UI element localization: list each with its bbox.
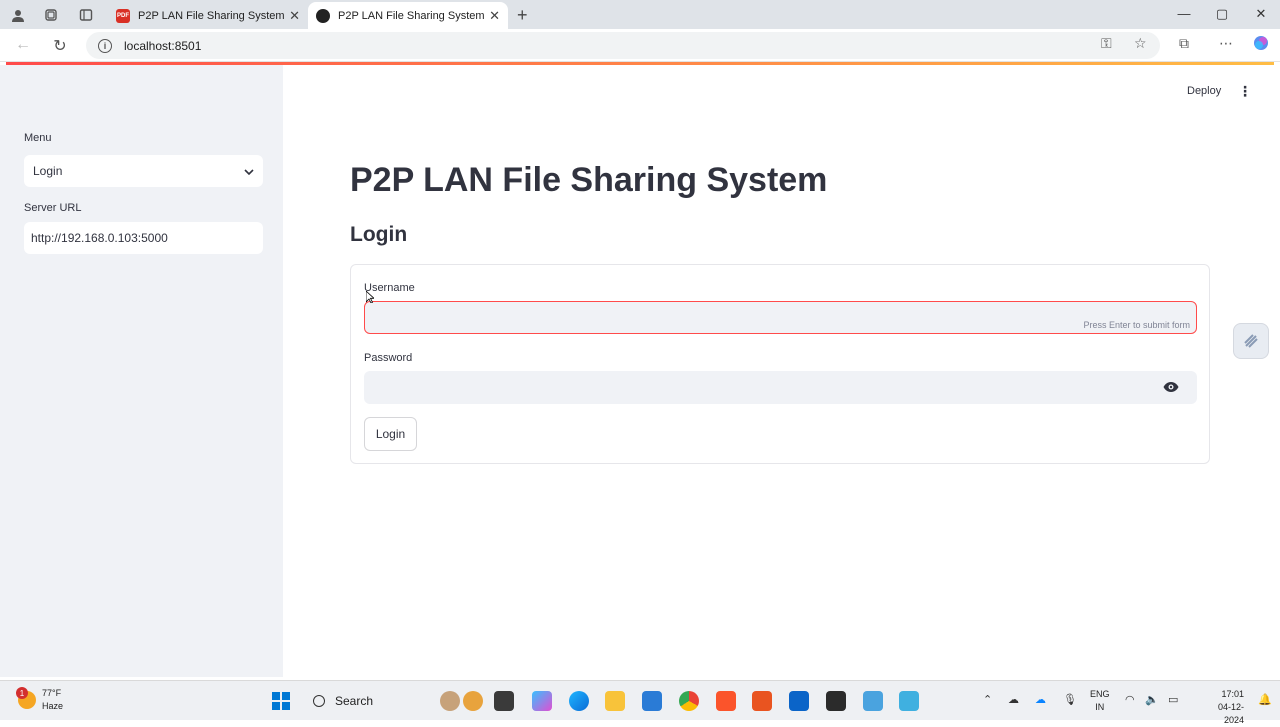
streamlit-icon: [316, 8, 330, 23]
minimize-icon[interactable]: —: [1174, 6, 1194, 21]
microphone-icon[interactable]: 🎙: [1063, 693, 1077, 706]
ubuntu-icon[interactable]: [752, 691, 772, 711]
password-label: Password: [364, 352, 413, 364]
section-title: Login: [350, 223, 408, 246]
clock-time: 17:01: [1221, 689, 1244, 699]
floating-action-icon[interactable]: [1233, 323, 1269, 359]
onedrive-blue-icon[interactable]: ☁: [1035, 693, 1046, 706]
sidebar: Menu Login Server URL http://192.168.0.1…: [0, 65, 283, 677]
chrome-icon[interactable]: [679, 691, 699, 711]
favorite-star-icon[interactable]: ☆: [1134, 35, 1147, 52]
volume-icon[interactable]: 🔈: [1145, 693, 1159, 706]
notification-bell-icon[interactable]: 🔔: [1258, 693, 1272, 706]
close-icon[interactable]: ✕: [289, 8, 300, 24]
close-icon[interactable]: ✕: [489, 8, 500, 24]
wifi-icon[interactable]: ◠: [1125, 693, 1135, 706]
new-tab-icon[interactable]: +: [517, 5, 528, 26]
eye-icon[interactable]: [1163, 380, 1179, 392]
weather-widget[interactable]: 1 77°F Haze: [16, 687, 64, 713]
language-indicator[interactable]: ENG IN: [1090, 688, 1110, 714]
notification-badge: 1: [16, 687, 28, 699]
tab-actions-icon[interactable]: [77, 6, 95, 24]
brave-icon[interactable]: [716, 691, 736, 711]
edge-browser-icon[interactable]: [569, 691, 589, 711]
chevron-down-icon: [244, 164, 254, 178]
page-title: P2P LAN File Sharing System: [350, 161, 828, 199]
window-close-icon[interactable]: ✕: [1251, 6, 1271, 22]
battery-icon[interactable]: ▭: [1168, 693, 1178, 706]
windows-start-icon[interactable]: [272, 692, 290, 710]
taskbar-search[interactable]: Search: [303, 688, 423, 714]
maximize-icon[interactable]: ▢: [1212, 6, 1232, 22]
onedrive-cloud-icon[interactable]: ☁: [1008, 693, 1019, 706]
submit-hint: Press Enter to submit form: [1083, 320, 1190, 330]
weather-condition: Haze: [42, 701, 64, 711]
copilot-icon[interactable]: [1253, 35, 1269, 54]
key-icon[interactable]: ⚿: [1101, 35, 1112, 52]
menu-selected-value: Login: [33, 164, 63, 178]
workspaces-icon[interactable]: [42, 6, 60, 24]
profile-icon[interactable]: [9, 6, 27, 24]
username-input[interactable]: Press Enter to submit form: [364, 301, 1197, 334]
terminal-icon[interactable]: [826, 691, 846, 711]
pdf-icon: PDF: [116, 8, 130, 23]
file-explorer-icon[interactable]: [605, 691, 625, 711]
main-menu-icon[interactable]: ⋮: [1238, 83, 1252, 100]
temperature: 77°F: [42, 688, 62, 698]
password-input[interactable]: [364, 371, 1197, 404]
extensions-icon[interactable]: ⧉: [1179, 35, 1189, 52]
login-form: Username Press Enter to submit form Pass…: [350, 264, 1210, 464]
notepad-icon[interactable]: [863, 691, 883, 711]
server-url-value: http://192.168.0.103:5000: [31, 231, 168, 245]
more-options-icon[interactable]: ⋯: [1219, 35, 1233, 52]
browser-tab-bar: PDF P2P LAN File Sharing System.pdf ✕ P2…: [0, 0, 1280, 29]
url-text: localhost:8501: [124, 38, 202, 53]
outlook-icon[interactable]: [789, 691, 809, 711]
server-url-input[interactable]: http://192.168.0.103:5000: [24, 222, 263, 254]
address-bar: ← ↻ i localhost:8501 ⚿ ☆ ⧉ ⋯: [0, 29, 1280, 62]
mouse-cursor-icon: [365, 290, 376, 304]
system-clock[interactable]: 17:01 04-12-2024: [1208, 688, 1244, 727]
lang-secondary: IN: [1095, 702, 1105, 712]
search-label: Search: [335, 694, 374, 708]
site-info-icon[interactable]: i: [98, 38, 112, 53]
menu-label: Menu: [24, 132, 52, 144]
app-widget-icon[interactable]: [440, 691, 460, 711]
tab-app[interactable]: P2P LAN File Sharing System ✕: [308, 2, 508, 29]
tab-label: P2P LAN File Sharing System: [338, 9, 485, 22]
login-button[interactable]: Login: [364, 417, 417, 451]
copilot-app-icon[interactable]: [532, 691, 552, 711]
menu-select[interactable]: Login: [24, 155, 263, 187]
back-icon[interactable]: ←: [13, 36, 33, 54]
vscode-icon[interactable]: [642, 691, 662, 711]
tray-chevron-up-icon[interactable]: ⌃: [983, 693, 992, 706]
app-settings-gear-icon[interactable]: [463, 691, 483, 711]
main-content: Deploy ⋮ P2P LAN File Sharing System Log…: [283, 65, 1280, 677]
tab-pdf[interactable]: PDF P2P LAN File Sharing System.pdf ✕: [108, 2, 308, 29]
windows-taskbar: 1 77°F Haze Search ⌃ ☁ ☁ 🎙 ENG IN ◠ 🔈 ▭ …: [0, 680, 1280, 725]
lang-primary: ENG: [1090, 689, 1110, 699]
clock-date: 04-12-2024: [1217, 702, 1244, 725]
app-store-icon[interactable]: [494, 691, 514, 711]
search-icon: [313, 695, 325, 707]
url-input[interactable]: i localhost:8501: [86, 32, 1160, 59]
reload-icon[interactable]: ↻: [50, 36, 70, 56]
snipping-tool-icon[interactable]: [899, 691, 919, 711]
weather-sun-icon: 1: [16, 687, 36, 709]
deploy-button[interactable]: Deploy: [1187, 85, 1221, 97]
server-url-label: Server URL: [24, 202, 82, 214]
tab-label: P2P LAN File Sharing System.pdf: [138, 9, 285, 22]
